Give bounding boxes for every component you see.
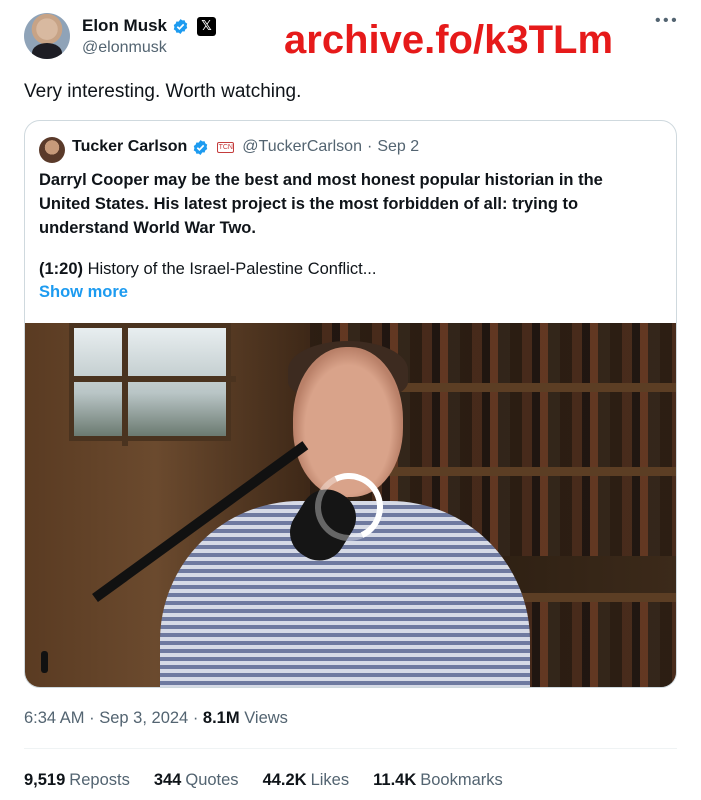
quoted-author-name[interactable]: Tucker Carlson [72,138,187,156]
quotes-stat[interactable]: 344 Quotes [154,771,239,790]
quoted-tweet-video-title: (1:20) History of the Israel-Palestine C… [39,260,376,279]
quoted-tweet-date[interactable]: Sep 2 [377,138,419,156]
engagement-stats: 9,519 Reposts 344 Quotes 44.2K Likes 11.4K B… [24,771,503,790]
author-avatar[interactable] [24,13,70,59]
likes-count: 44.2K [262,771,307,789]
quoted-author-handle[interactable]: @TuckerCarlson [242,138,362,156]
bookmarks-stat[interactable]: 11.4K Bookmarks [373,771,503,790]
author-handle[interactable]: @elonmusk [82,39,167,57]
video-background-window [69,323,236,446]
quoted-author-avatar[interactable] [39,137,65,163]
author-name-row[interactable]: Elon Musk 𝕏 [82,16,217,36]
video-duration: (1:20) [39,260,84,278]
video-player[interactable] [25,323,676,687]
reposts-stat[interactable]: 9,519 Reposts [24,771,130,790]
quoted-tweet-body: Darryl Cooper may be the best and most h… [39,171,603,237]
archive-watermark: archive.fo/k3TLm [284,18,614,62]
tweet-text: Very interesting. Worth watching. [24,81,302,102]
more-options-icon[interactable]: • • • [655,13,677,29]
reposts-count: 9,519 [24,771,66,789]
separator-dot: · [89,709,95,727]
views-label: Views [244,709,288,727]
bookmarks-label: Bookmarks [420,771,503,789]
quoted-tweet[interactable]: Tucker Carlson TCN @TuckerCarlson · Sep … [24,120,677,688]
video-progress-indicator [41,651,48,673]
tweet-time[interactable]: 6:34 AM [24,709,85,727]
bookmarks-count: 11.4K [373,771,417,789]
separator-dot: · [366,138,373,155]
x-logo-icon: 𝕏 [197,16,217,36]
show-more-link[interactable]: Show more [39,283,128,302]
tweet-page: Elon Musk 𝕏 @elonmusk archive.fo/k3TLm •… [0,0,701,800]
verified-badge-icon [173,18,188,34]
video-title-text: History of the Israel-Palestine Conflict… [83,260,377,278]
separator-dot: · [192,709,199,727]
tweet-date[interactable]: Sep 3, 2024 [99,709,188,727]
views-count: 8.1M [202,709,240,727]
reposts-label: Reposts [69,771,130,789]
affiliate-badge-icon: TCN [217,141,235,153]
divider [24,748,677,749]
quoted-tweet-header: Tucker Carlson TCN @TuckerCarlson · Sep … [72,138,419,156]
quotes-count: 344 [153,771,182,789]
verified-badge-icon [194,139,208,155]
likes-label: Likes [310,771,350,789]
tweet-meta: 6:34 AM · Sep 3, 2024 · 8.1M Views [24,709,288,728]
quotes-label: Quotes [185,771,239,789]
likes-stat[interactable]: 44.2K Likes [263,771,350,790]
author-name[interactable]: Elon Musk [82,16,167,36]
